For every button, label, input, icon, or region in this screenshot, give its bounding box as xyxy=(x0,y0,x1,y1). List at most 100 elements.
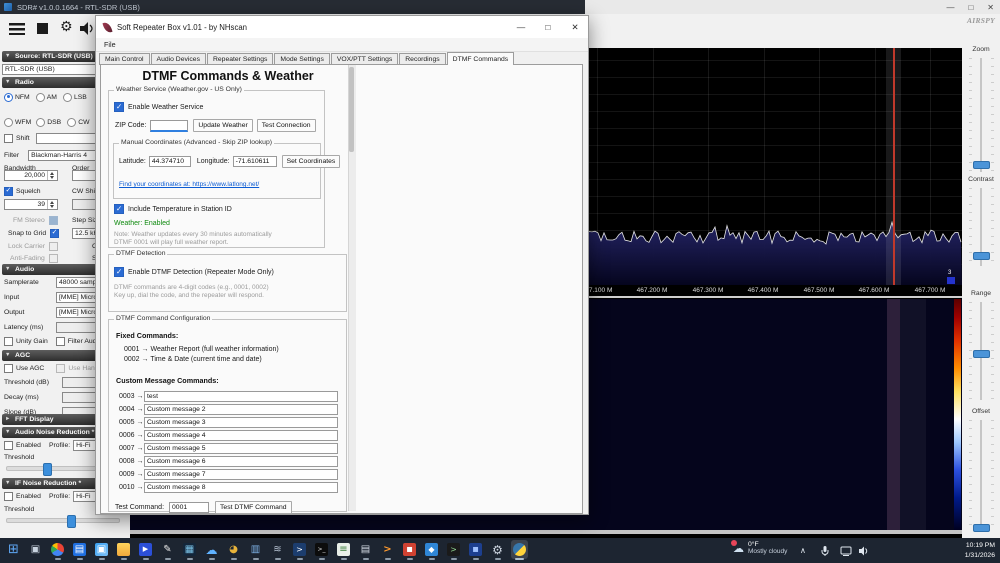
taskbar-icon-pen[interactable]: ✎ xyxy=(159,540,176,559)
use-hang-checkbox[interactable] xyxy=(56,364,65,373)
shift-checkbox[interactable] xyxy=(4,134,13,143)
taskbar-icon-python-app[interactable] xyxy=(511,540,528,559)
snap-to-grid-checkbox[interactable] xyxy=(50,229,59,238)
taskbar-clock[interactable]: 10:19 PM 1/31/2026 xyxy=(965,541,995,560)
taskbar-icon-swirl-app[interactable]: ◕ xyxy=(225,540,242,559)
zip-code-input[interactable] xyxy=(150,120,188,132)
radio-am[interactable] xyxy=(36,93,45,102)
use-agc-checkbox[interactable] xyxy=(4,364,13,373)
taskbar-icon-onedrive[interactable]: ☁ xyxy=(203,540,220,559)
if-nr-threshold-slider-thumb[interactable] xyxy=(67,515,76,528)
fm-stereo-checkbox[interactable] xyxy=(49,216,58,225)
taskbar-icon-notepad[interactable]: ≡ xyxy=(335,540,352,559)
custom-message-input-0008[interactable]: Custom message 6 xyxy=(144,456,338,467)
dialog-close-button[interactable]: ✕ xyxy=(564,18,586,36)
taskbar-icon-script-tool[interactable]: ▤ xyxy=(357,540,374,559)
if-nr-enabled-checkbox[interactable] xyxy=(4,492,13,501)
radio-cw[interactable] xyxy=(67,118,76,127)
chrome-icon xyxy=(51,543,64,556)
custom-message-input-0009[interactable]: Custom message 7 xyxy=(144,469,338,480)
tuned-frequency-line[interactable] xyxy=(893,48,895,285)
zoom-slider-thumb[interactable] xyxy=(973,161,990,169)
test-command-input[interactable]: 0001 xyxy=(169,502,209,513)
set-coordinates-button[interactable]: Set Coordinates xyxy=(282,155,341,168)
bandwidth-input[interactable]: 20,000 xyxy=(4,170,58,181)
test-connection-button[interactable]: Test Connection xyxy=(257,119,316,132)
taskbar-icon-start[interactable]: ⊞ xyxy=(5,540,22,559)
radio-wfm[interactable] xyxy=(4,118,13,127)
contrast-slider-thumb[interactable] xyxy=(973,252,990,260)
taskbar-icon-orange-app[interactable]: > xyxy=(379,540,396,559)
custom-message-input-0010[interactable]: Custom message 8 xyxy=(144,482,338,493)
include-temp-checkbox[interactable] xyxy=(114,204,124,214)
squelch-checkbox[interactable] xyxy=(4,187,13,196)
enable-weather-checkbox[interactable] xyxy=(114,102,124,112)
test-command-row: Test Command: 0001 Test DTMF Command xyxy=(115,501,292,514)
sdr-minimize-button[interactable]: — xyxy=(946,3,954,12)
speaker-icon[interactable] xyxy=(80,22,95,40)
custom-message-input-0006[interactable]: Custom message 4 xyxy=(144,430,338,441)
custom-message-input-0004[interactable]: Custom message 2 xyxy=(144,404,338,415)
longitude-input[interactable]: -71.610611 xyxy=(233,156,277,167)
custom-message-input-0007[interactable]: Custom message 5 xyxy=(144,443,338,454)
unity-gain-checkbox[interactable] xyxy=(4,337,13,346)
taskbar-icon-vscode[interactable]: ◆ xyxy=(423,540,440,559)
taskbar-icon-task-view[interactable]: ▣ xyxy=(27,540,44,559)
audio-nr-enabled-checkbox[interactable] xyxy=(4,441,13,450)
enable-dtmf-checkbox[interactable] xyxy=(114,267,124,277)
range-slider-thumb[interactable] xyxy=(973,350,990,358)
audio-nr-threshold-slider-thumb[interactable] xyxy=(43,463,52,476)
taskbar-icon-swoosh-app[interactable]: ≋ xyxy=(269,540,286,559)
taskbar-weather[interactable]: ☁ 0°F Mostly cloudy xyxy=(733,541,787,555)
taskbar-icon-file-explorer[interactable] xyxy=(115,540,132,559)
taskbar-icon-gallery[interactable]: ▦ xyxy=(181,540,198,559)
taskbar-icon-command-prompt[interactable]: >_ xyxy=(313,540,330,559)
stop-icon[interactable] xyxy=(37,23,48,34)
tray-display[interactable] xyxy=(840,538,852,563)
anti-fading-checkbox[interactable] xyxy=(49,254,58,263)
taskbar-icon-devices-app[interactable]: ▥ xyxy=(247,540,264,559)
radio-nfm[interactable] xyxy=(4,93,13,102)
tray-chevron[interactable]: ∧ xyxy=(800,538,806,563)
taskbar-icon-chrome[interactable] xyxy=(49,540,66,559)
mode-lsb-label: LSB xyxy=(74,94,87,101)
dialog-scrollbar-thumb[interactable] xyxy=(349,67,354,152)
taskbar-icon-red-app[interactable]: ▪ xyxy=(401,540,418,559)
offset-slider-thumb[interactable] xyxy=(973,524,990,532)
taskbar-icon-settings[interactable]: ⚙ xyxy=(489,540,506,559)
radio-lsb[interactable] xyxy=(63,93,72,102)
taskbar-icon-photos[interactable]: ▣ xyxy=(93,540,110,559)
zoom-slider[interactable] xyxy=(980,58,982,172)
coordinates-row: Latitude: 44.374710 Longitude: -71.61061… xyxy=(119,155,340,168)
taskbar-icon-terminal[interactable]: > xyxy=(445,540,462,559)
test-dtmf-command-button[interactable]: Test DTMF Command xyxy=(215,501,291,514)
devices-app-icon: ▥ xyxy=(249,543,262,556)
squelch-input[interactable]: 39 xyxy=(4,199,58,210)
filter-audio-checkbox[interactable] xyxy=(56,337,65,346)
custom-message-input-0005[interactable]: Custom message 3 xyxy=(144,417,338,428)
update-weather-button[interactable]: Update Weather xyxy=(193,119,252,132)
dialog-maximize-button[interactable]: □ xyxy=(537,18,559,36)
tray-microphone[interactable] xyxy=(820,538,830,563)
lock-carrier-checkbox[interactable] xyxy=(49,242,58,251)
sdr-maximize-button[interactable]: □ xyxy=(968,3,973,12)
gear-icon[interactable]: ⚙ xyxy=(60,20,73,34)
menu-icon[interactable] xyxy=(9,23,25,35)
custom-message-input-0003[interactable]: test xyxy=(144,391,338,402)
taskbar-icon-store[interactable]: ▤ xyxy=(71,540,88,559)
sdr-close-button[interactable]: ✕ xyxy=(987,3,994,12)
custom-commands-heading: Custom Message Commands: xyxy=(116,376,219,385)
radio-dsb[interactable] xyxy=(36,118,45,127)
tray-speaker[interactable] xyxy=(858,538,870,563)
taskbar-icon-powershell[interactable]: > xyxy=(291,540,308,559)
dialog-minimize-button[interactable]: — xyxy=(510,18,532,36)
taskbar-icon-media-blue[interactable]: ▪ xyxy=(467,540,484,559)
tab-dtmf-commands[interactable]: DTMF Commands xyxy=(447,52,515,65)
latitude-input[interactable]: 44.374710 xyxy=(149,156,191,167)
if-nr-threshold-slider[interactable] xyxy=(6,518,120,523)
taskbar-icon-movies[interactable]: ▶ xyxy=(137,540,154,559)
menu-file[interactable]: File xyxy=(104,40,116,49)
coordinates-link[interactable]: Find your coordinates at: https://www.la… xyxy=(119,181,259,188)
offset-slider[interactable] xyxy=(980,420,982,532)
enable-weather-row: Enable Weather Service xyxy=(114,102,203,112)
